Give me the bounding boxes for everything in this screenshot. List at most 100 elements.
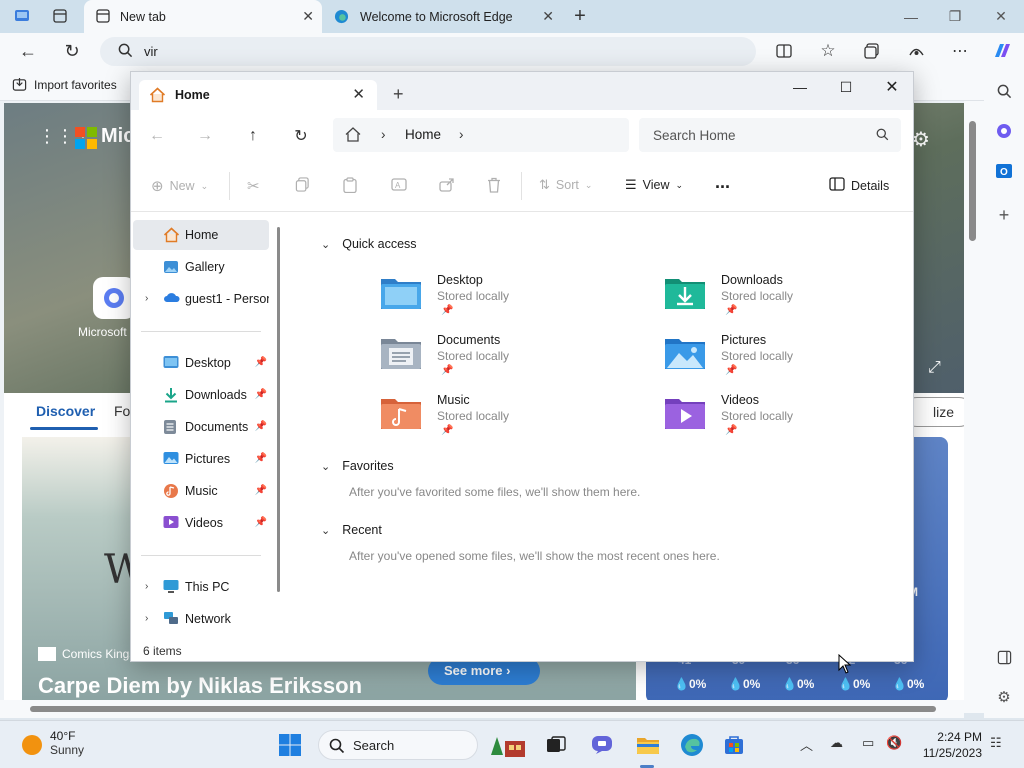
address-bar[interactable]: vir bbox=[100, 37, 756, 66]
minimize-icon[interactable]: — bbox=[888, 0, 934, 33]
close-tab-icon[interactable]: ✕ bbox=[542, 8, 554, 25]
refresh-icon[interactable]: ↻ bbox=[58, 37, 86, 65]
collections-icon[interactable] bbox=[858, 37, 886, 65]
quick-access-pictures[interactable]: Pictures Stored locally 📌 bbox=[663, 333, 903, 389]
nav-item-desktop[interactable]: Desktop 📌 bbox=[133, 348, 269, 378]
quick-access-music[interactable]: Music Stored locally 📌 bbox=[379, 393, 619, 449]
section-quick-access[interactable]: ⌄ Quick access bbox=[321, 237, 417, 251]
browser-profile-icon[interactable] bbox=[8, 2, 36, 30]
tab-new-tab[interactable]: New tab ✕ bbox=[84, 0, 322, 33]
rename-icon[interactable]: A bbox=[391, 177, 407, 192]
paste-icon[interactable] bbox=[343, 177, 357, 193]
nav-item-onedrive[interactable]: › guest1 - Personal bbox=[133, 284, 269, 314]
show-hidden-icons-chevron-icon[interactable]: ︿ bbox=[800, 735, 813, 754]
explorer-tab-home[interactable]: Home ✕ bbox=[139, 80, 377, 110]
nav-item-gallery[interactable]: Gallery bbox=[133, 252, 269, 282]
up-arrow-icon[interactable]: ↑ bbox=[241, 125, 265, 147]
back-arrow-icon[interactable]: ← bbox=[14, 37, 42, 65]
view-button[interactable]: ☰ View ⌄ bbox=[625, 177, 683, 193]
nav-item-videos[interactable]: Videos 📌 bbox=[133, 508, 269, 538]
close-window-icon[interactable]: ✕ bbox=[869, 72, 915, 102]
copilot-icon[interactable] bbox=[988, 37, 1016, 65]
minimize-icon[interactable]: — bbox=[777, 72, 823, 102]
delete-icon[interactable] bbox=[487, 177, 501, 193]
close-window-icon[interactable]: ✕ bbox=[978, 0, 1024, 33]
refresh-icon[interactable]: ↻ bbox=[289, 125, 313, 147]
chevron-right-icon[interactable]: › bbox=[381, 127, 386, 142]
scrollbar-thumb[interactable] bbox=[969, 121, 976, 241]
taskbar-clock[interactable]: 2:24 PM 11/25/2023 bbox=[914, 729, 982, 761]
copy-icon[interactable] bbox=[295, 177, 310, 192]
feed-tab-discover[interactable]: Discover bbox=[36, 403, 95, 419]
back-arrow-icon[interactable]: ← bbox=[145, 125, 169, 147]
nav-item-this-pc[interactable]: › This PC bbox=[133, 572, 269, 602]
details-button[interactable]: Details bbox=[829, 177, 889, 194]
breadcrumb[interactable]: › Home › bbox=[333, 118, 629, 152]
nav-item-music[interactable]: Music 📌 bbox=[133, 476, 269, 506]
quick-access-downloads[interactable]: Downloads Stored locally 📌 bbox=[663, 273, 903, 329]
search-input[interactable]: Search Home bbox=[639, 118, 901, 152]
feed-tab-following[interactable]: Fo bbox=[114, 403, 130, 419]
sidebar-hide-icon[interactable] bbox=[992, 645, 1016, 669]
start-windows-icon[interactable] bbox=[276, 731, 304, 759]
nav-item-network[interactable]: › Network bbox=[133, 604, 269, 634]
new-tab-plus-icon[interactable]: + bbox=[566, 2, 594, 30]
chevron-right-icon[interactable]: › bbox=[145, 613, 148, 624]
onedrive-tray-icon[interactable]: ☁ bbox=[830, 735, 843, 751]
volume-muted-icon[interactable]: 🔇 bbox=[886, 735, 902, 751]
chevron-right-icon[interactable]: › bbox=[145, 581, 148, 592]
nav-item-home[interactable]: Home bbox=[133, 220, 269, 250]
nav-item-pictures[interactable]: Pictures 📌 bbox=[133, 444, 269, 474]
pin-icon[interactable]: 📌 bbox=[255, 357, 267, 368]
sidebar-copilot-icon[interactable] bbox=[992, 119, 1016, 143]
favorites-star-icon[interactable]: ☆ bbox=[814, 37, 842, 65]
tab-welcome-edge[interactable]: Welcome to Microsoft Edge ✕ bbox=[326, 0, 562, 33]
taskbar-search-box[interactable]: Search bbox=[318, 730, 525, 760]
nav-item-documents[interactable]: Documents 📌 bbox=[133, 412, 269, 442]
taskbar-weather-widget[interactable]: 40°F Sunny bbox=[22, 729, 84, 757]
restore-icon[interactable]: ❐ bbox=[932, 0, 978, 33]
forward-arrow-icon[interactable]: → bbox=[193, 125, 217, 147]
task-view-icon[interactable] bbox=[542, 731, 570, 759]
import-favorites-link[interactable]: Import favorites bbox=[12, 77, 117, 92]
share-icon[interactable] bbox=[439, 177, 455, 192]
sidebar-settings-icon[interactable]: ⚙ bbox=[992, 685, 1016, 709]
display-tray-icon[interactable]: ▭ bbox=[862, 735, 874, 751]
copilot-shortcut[interactable] bbox=[93, 277, 135, 319]
pin-icon[interactable]: 📌 bbox=[255, 485, 267, 496]
maximize-icon[interactable]: ☐ bbox=[823, 72, 869, 102]
sort-button[interactable]: ⇅ Sort ⌄ bbox=[539, 177, 592, 193]
notifications-icon[interactable]: ☷ bbox=[990, 735, 1002, 751]
new-button[interactable]: ⊕ New ⌄ bbox=[151, 177, 208, 195]
pin-icon[interactable]: 📌 bbox=[255, 453, 267, 464]
sidebar-outlook-icon[interactable]: O bbox=[992, 159, 1016, 183]
tab-actions-icon[interactable] bbox=[46, 2, 74, 30]
cut-icon[interactable]: ✂ bbox=[247, 177, 260, 195]
page-horizontal-scrollbar[interactable] bbox=[0, 700, 964, 718]
sidebar-search-icon[interactable] bbox=[992, 79, 1016, 103]
section-favorites[interactable]: ⌄ Favorites bbox=[321, 459, 394, 473]
more-options-icon[interactable]: ⋯ bbox=[946, 37, 974, 65]
pin-icon[interactable]: 📌 bbox=[255, 517, 267, 528]
nav-pane-scrollbar[interactable] bbox=[277, 227, 280, 592]
see-more-icon[interactable]: ... bbox=[715, 172, 730, 193]
store-taskbar-icon[interactable] bbox=[720, 731, 748, 759]
close-tab-icon[interactable]: ✕ bbox=[352, 85, 365, 103]
quick-access-documents[interactable]: Documents Stored locally 📌 bbox=[379, 333, 619, 389]
new-tab-plus-icon[interactable]: + bbox=[393, 84, 404, 105]
page-vertical-scrollbar[interactable] bbox=[964, 101, 984, 713]
section-recent[interactable]: ⌄ Recent bbox=[321, 523, 382, 537]
quick-access-videos[interactable]: Videos Stored locally 📌 bbox=[663, 393, 903, 449]
pin-icon[interactable]: 📌 bbox=[255, 421, 267, 432]
quick-access-desktop[interactable]: Desktop Stored locally 📌 bbox=[379, 273, 619, 329]
edge-taskbar-icon[interactable] bbox=[678, 731, 706, 759]
performance-icon[interactable] bbox=[902, 37, 930, 65]
expand-icon[interactable]: ⤢ bbox=[928, 359, 941, 377]
page-settings-icon[interactable]: ⚙ bbox=[912, 127, 930, 152]
sidebar-add-icon[interactable]: + bbox=[992, 203, 1016, 227]
split-screen-icon[interactable] bbox=[770, 37, 798, 65]
scrollbar-thumb[interactable] bbox=[30, 706, 936, 712]
close-tab-icon[interactable]: ✕ bbox=[302, 8, 314, 25]
pin-icon[interactable]: 📌 bbox=[255, 389, 267, 400]
file-explorer-taskbar-icon[interactable] bbox=[634, 731, 662, 759]
